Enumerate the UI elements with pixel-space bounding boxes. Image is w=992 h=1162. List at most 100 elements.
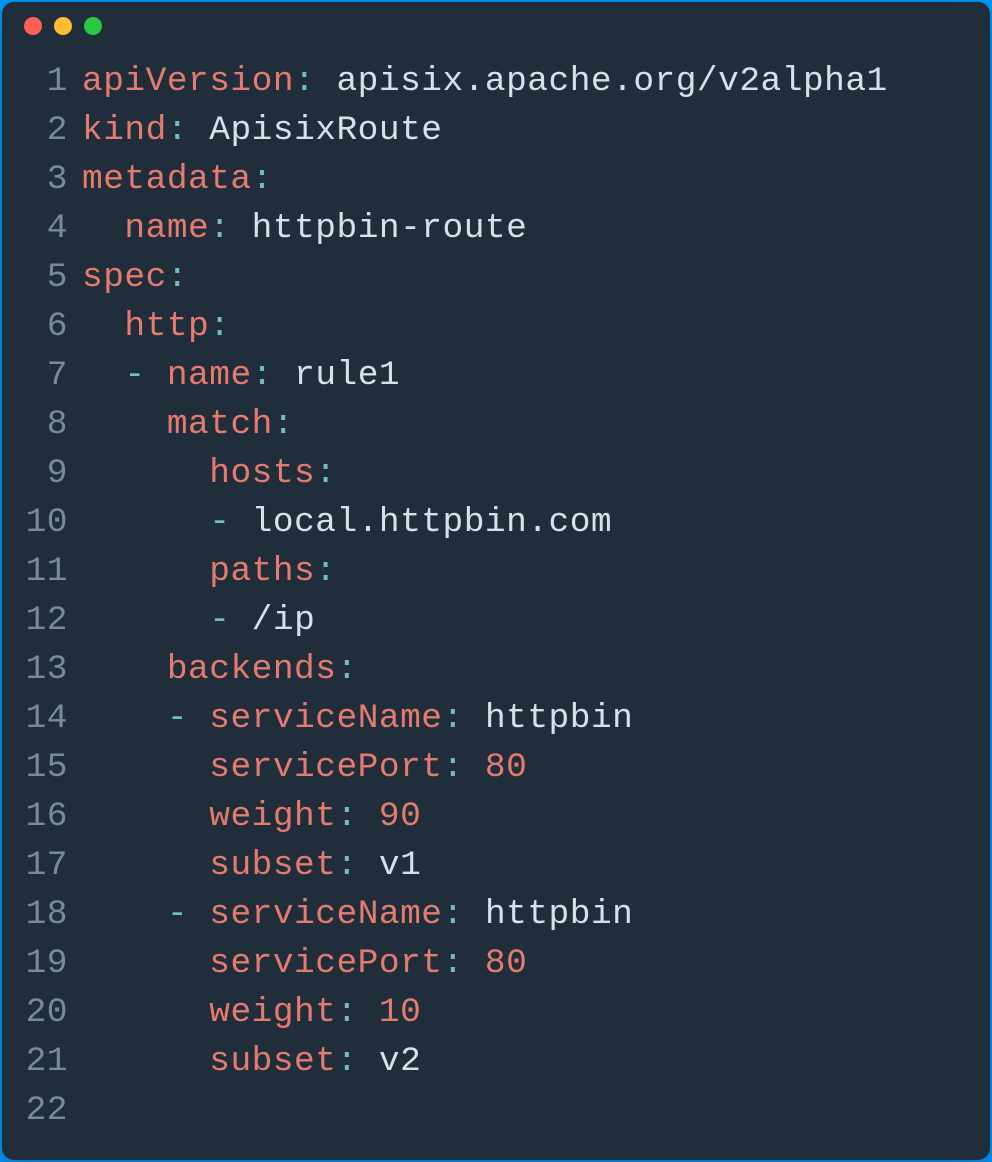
token	[82, 209, 124, 248]
code-content[interactable]: subset: v1	[82, 842, 421, 891]
code-line[interactable]: 9 hosts:	[20, 450, 972, 499]
code-content[interactable]: - /ip	[82, 597, 315, 646]
code-content[interactable]: match:	[82, 401, 294, 450]
code-line[interactable]: 10 - local.httpbin.com	[20, 499, 972, 548]
line-number: 11	[20, 548, 68, 597]
code-content[interactable]: backends:	[82, 646, 358, 695]
line-number: 19	[20, 940, 68, 989]
code-line[interactable]: 3 metadata:	[20, 156, 972, 205]
code-line[interactable]: 4 name: httpbin-route	[20, 205, 972, 254]
token	[82, 944, 209, 983]
code-content[interactable]: metadata:	[82, 156, 273, 205]
token: :	[336, 650, 357, 689]
maximize-icon[interactable]	[84, 17, 102, 35]
code-content[interactable]: weight: 10	[82, 989, 421, 1038]
token: /ip	[230, 601, 315, 640]
token: :	[294, 62, 315, 101]
token: serviceName	[209, 699, 442, 738]
token: local.httpbin.com	[230, 503, 612, 542]
code-content[interactable]: subset: v2	[82, 1038, 421, 1087]
token: :	[443, 895, 464, 934]
token: apisix.apache.org/v2alpha1	[315, 62, 888, 101]
token	[146, 356, 167, 395]
token: http	[124, 307, 209, 346]
token: :	[443, 699, 464, 738]
minimize-icon[interactable]	[54, 17, 72, 35]
token: metadata	[82, 160, 252, 199]
line-number: 12	[20, 597, 68, 646]
token: name	[167, 356, 252, 395]
token	[464, 944, 485, 983]
token: kind	[82, 111, 167, 150]
code-line[interactable]: 1apiVersion: apisix.apache.org/v2alpha1	[20, 58, 972, 107]
token	[82, 1042, 209, 1081]
token	[188, 895, 209, 934]
code-line[interactable]: 14 - serviceName: httpbin	[20, 695, 972, 744]
token: servicePort	[209, 748, 442, 787]
line-number: 9	[20, 450, 68, 499]
line-number: 4	[20, 205, 68, 254]
token: ApisixRoute	[188, 111, 442, 150]
code-content[interactable]: - serviceName: httpbin	[82, 891, 633, 940]
token: subset	[209, 846, 336, 885]
code-line[interactable]: 19 servicePort: 80	[20, 940, 972, 989]
token: :	[167, 111, 188, 150]
code-line[interactable]: 8 match:	[20, 401, 972, 450]
code-content[interactable]: servicePort: 80	[82, 940, 527, 989]
token: :	[442, 748, 463, 787]
code-line[interactable]: 17 subset: v1	[20, 842, 972, 891]
code-content[interactable]: weight: 90	[82, 793, 421, 842]
token: hosts	[209, 454, 315, 493]
code-line[interactable]: 13 backends:	[20, 646, 972, 695]
token	[82, 454, 209, 493]
code-content[interactable]: servicePort: 80	[82, 744, 527, 793]
token: match	[167, 405, 273, 444]
code-line[interactable]: 20 weight: 10	[20, 989, 972, 1038]
token: -	[124, 356, 145, 395]
code-line[interactable]: 18 - serviceName: httpbin	[20, 891, 972, 940]
code-content[interactable]: kind: ApisixRoute	[82, 107, 443, 156]
code-line[interactable]: 15 servicePort: 80	[20, 744, 972, 793]
token	[82, 895, 167, 934]
token: subset	[209, 1042, 336, 1081]
code-content[interactable]: - serviceName: httpbin	[82, 695, 633, 744]
token: :	[315, 552, 336, 591]
code-content[interactable]: - local.httpbin.com	[82, 499, 612, 548]
close-icon[interactable]	[24, 17, 42, 35]
code-content[interactable]: paths:	[82, 548, 336, 597]
line-number: 21	[20, 1038, 68, 1087]
code-line[interactable]: 12 - /ip	[20, 597, 972, 646]
token	[82, 797, 209, 836]
code-line[interactable]: 7 - name: rule1	[20, 352, 972, 401]
code-line[interactable]: 11 paths:	[20, 548, 972, 597]
token: weight	[209, 797, 336, 836]
token: :	[209, 307, 230, 346]
code-content[interactable]: apiVersion: apisix.apache.org/v2alpha1	[82, 58, 888, 107]
code-line[interactable]: 21 subset: v2	[20, 1038, 972, 1087]
code-content[interactable]: http:	[82, 303, 230, 352]
code-content[interactable]: name: httpbin-route	[82, 205, 527, 254]
code-line[interactable]: 16 weight: 90	[20, 793, 972, 842]
token: httpbin-route	[230, 209, 527, 248]
token: apiVersion	[82, 62, 294, 101]
code-line[interactable]: 5spec:	[20, 254, 972, 303]
code-content[interactable]: spec:	[82, 254, 188, 303]
code-line[interactable]: 2kind: ApisixRoute	[20, 107, 972, 156]
code-content[interactable]: hosts:	[82, 450, 336, 499]
code-area[interactable]: 1apiVersion: apisix.apache.org/v2alpha12…	[2, 50, 990, 1160]
code-line[interactable]: 6 http:	[20, 303, 972, 352]
line-number: 7	[20, 352, 68, 401]
token: 90	[379, 797, 421, 836]
token: :	[336, 993, 357, 1032]
code-content[interactable]: - name: rule1	[82, 352, 400, 401]
line-number: 10	[20, 499, 68, 548]
token: -	[209, 503, 230, 542]
token	[82, 699, 167, 738]
line-number: 20	[20, 989, 68, 1038]
token	[82, 846, 209, 885]
line-number: 3	[20, 156, 68, 205]
code-content[interactable]	[82, 1087, 103, 1136]
code-line[interactable]: 22	[20, 1087, 972, 1136]
token	[82, 748, 209, 787]
token: :	[252, 160, 273, 199]
